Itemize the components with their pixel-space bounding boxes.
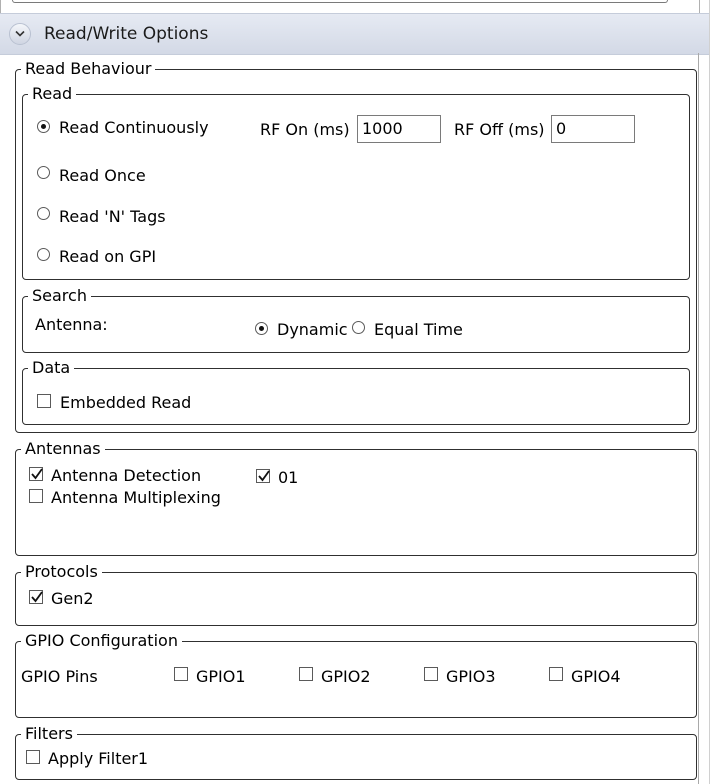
read-on-gpi-label[interactable]: Read on GPI (59, 247, 156, 267)
antenna-multiplexing-checkbox[interactable] (29, 489, 43, 503)
section-title: Read/Write Options (44, 24, 209, 44)
gpio-configuration-legend: GPIO Configuration (21, 631, 182, 651)
rf-on-input[interactable]: 1000 (357, 115, 441, 143)
gpio3-label[interactable]: GPIO3 (446, 667, 496, 687)
search-legend: Search (28, 286, 91, 306)
read-once-radio[interactable] (37, 166, 50, 179)
gpio1-label[interactable]: GPIO1 (196, 667, 246, 687)
gen2-checkbox[interactable] (29, 590, 43, 604)
rf-off-input[interactable]: 0 (551, 115, 635, 143)
antenna-detection-checkbox[interactable] (29, 467, 43, 481)
gpio1-checkbox[interactable] (174, 667, 188, 681)
embedded-read-checkbox[interactable] (37, 394, 51, 408)
antenna-01-label[interactable]: 01 (278, 468, 298, 488)
equal-time-label[interactable]: Equal Time (374, 320, 463, 340)
antenna-01-checkbox[interactable] (256, 469, 270, 483)
apply-filter1-checkbox[interactable] (26, 750, 40, 764)
antennas-legend: Antennas (21, 439, 105, 459)
gpio-pins-label: GPIO Pins (21, 667, 98, 686)
chevron-down-icon[interactable] (9, 23, 31, 45)
protocols-group (15, 572, 697, 626)
protocols-legend: Protocols (21, 562, 102, 582)
antenna-label: Antenna: (35, 315, 108, 334)
read-on-gpi-radio[interactable] (37, 248, 50, 261)
gpio3-checkbox[interactable] (424, 667, 438, 681)
read-write-options-header[interactable]: Read/Write Options (0, 13, 710, 55)
read-continuously-radio[interactable] (37, 120, 50, 133)
rf-off-label: RF Off (ms) (454, 120, 545, 139)
gpio2-label[interactable]: GPIO2 (321, 667, 371, 687)
read-continuously-label[interactable]: Read Continuously (59, 118, 209, 138)
embedded-read-label[interactable]: Embedded Read (60, 393, 191, 413)
gen2-label[interactable]: Gen2 (51, 589, 94, 609)
equal-time-radio[interactable] (352, 321, 365, 334)
antenna-detection-label[interactable]: Antenna Detection (51, 466, 201, 486)
check-icon (258, 470, 270, 482)
previous-panel-inner-frame (12, 0, 668, 3)
dynamic-label[interactable]: Dynamic (277, 320, 348, 340)
antenna-multiplexing-label[interactable]: Antenna Multiplexing (51, 488, 221, 508)
read-legend: Read (28, 84, 77, 104)
dynamic-radio[interactable] (255, 322, 268, 335)
read-n-tags-label[interactable]: Read 'N' Tags (59, 207, 166, 227)
read-once-label[interactable]: Read Once (59, 166, 146, 186)
filters-legend: Filters (21, 724, 77, 744)
read-behaviour-legend: Read Behaviour (21, 59, 156, 79)
gpio4-checkbox[interactable] (549, 667, 563, 681)
rf-on-label: RF On (ms) (260, 120, 350, 139)
check-icon (31, 591, 43, 603)
check-icon (31, 468, 43, 480)
gpio2-checkbox[interactable] (299, 667, 313, 681)
read-n-tags-radio[interactable] (37, 207, 50, 220)
data-legend: Data (28, 358, 75, 378)
apply-filter1-label[interactable]: Apply Filter1 (48, 749, 148, 769)
gpio4-label[interactable]: GPIO4 (571, 667, 621, 687)
scroll-divider (698, 53, 699, 784)
